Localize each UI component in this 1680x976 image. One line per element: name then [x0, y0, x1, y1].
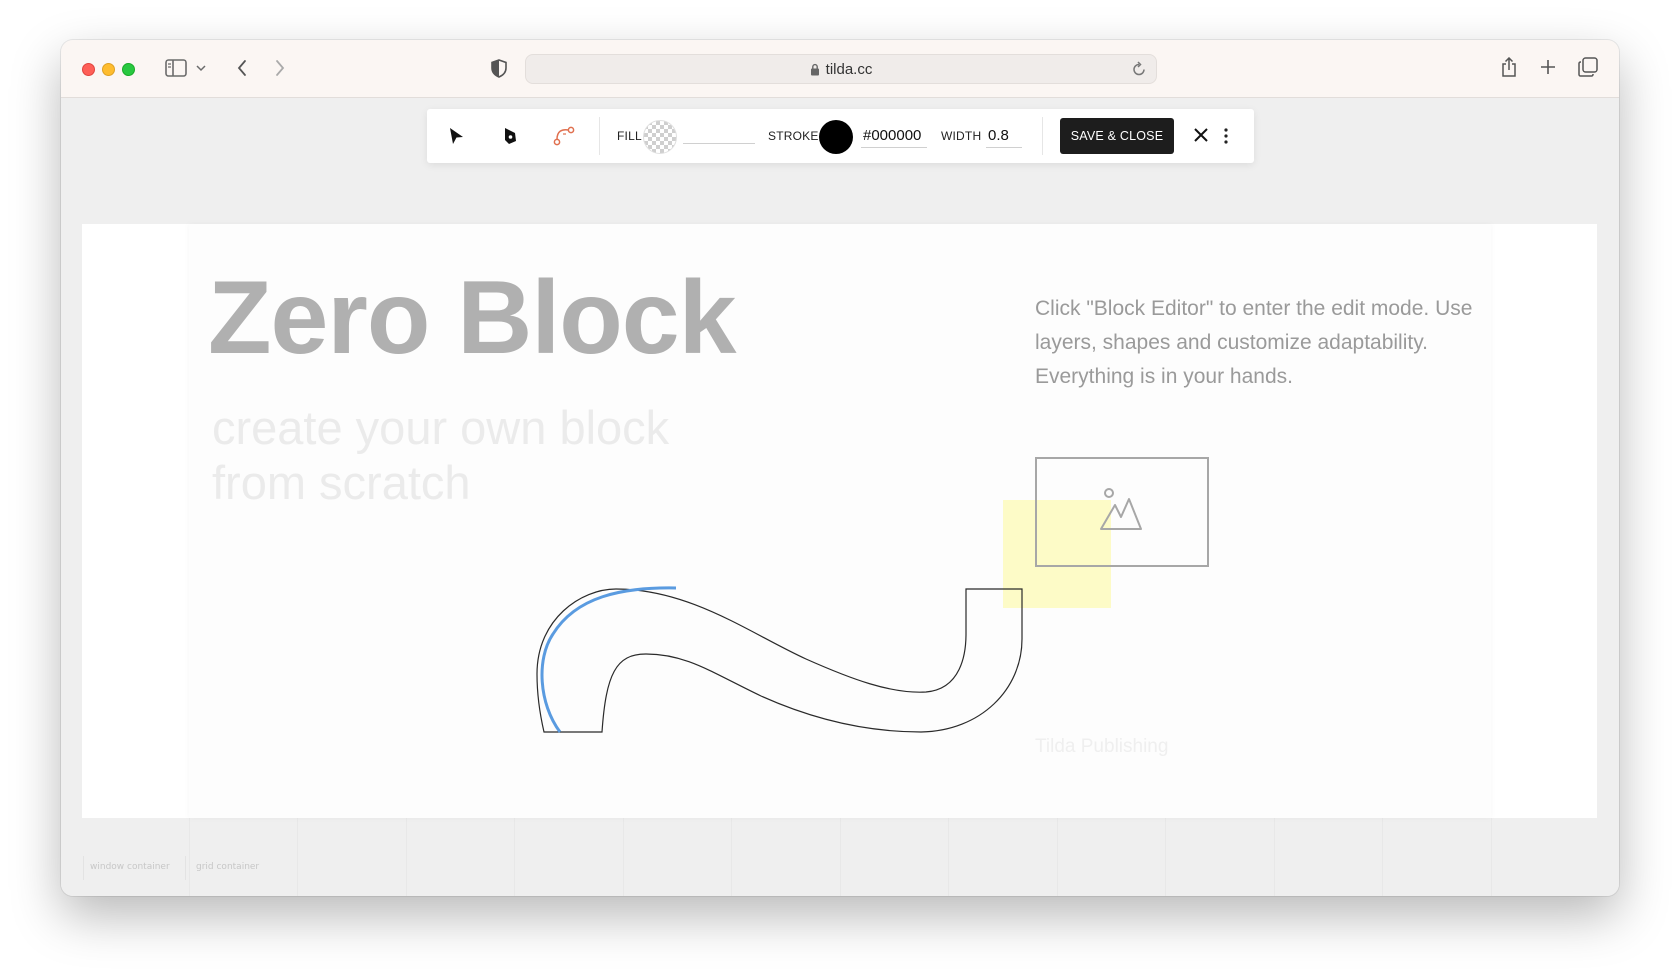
- share-icon[interactable]: [1500, 56, 1518, 78]
- new-tab-icon[interactable]: [1540, 59, 1556, 75]
- tab-overview-icon[interactable]: [1578, 57, 1598, 77]
- reload-icon[interactable]: [1132, 61, 1146, 81]
- back-arrow-icon[interactable]: [235, 57, 249, 79]
- chevron-down-icon[interactable]: [196, 64, 206, 72]
- container-divider: [83, 856, 84, 880]
- browser-titlebar: tilda.cc: [61, 40, 1619, 98]
- selected-segment[interactable]: [540, 586, 677, 733]
- vector-wave-shape[interactable]: [61, 99, 1619, 896]
- sidebar-toggle-icon[interactable]: [165, 58, 187, 78]
- minimize-window-button[interactable]: [102, 63, 115, 76]
- container-divider: [185, 856, 186, 880]
- close-window-button[interactable]: [82, 63, 95, 76]
- url-text: tilda.cc: [825, 60, 873, 78]
- wave-path[interactable]: [536, 588, 1023, 733]
- page-content: FILL STROKE #000000 WIDTH 0.8 SAVE & CLO…: [61, 99, 1619, 896]
- lock-icon: [810, 63, 820, 76]
- privacy-shield-icon[interactable]: [490, 58, 508, 78]
- browser-window: tilda.cc FILL STROKE #000000 WIDTH 0.8 S…: [61, 40, 1619, 896]
- forward-arrow-icon[interactable]: [273, 57, 287, 79]
- zoom-window-button[interactable]: [122, 63, 135, 76]
- grid-container-label: grid container: [196, 862, 260, 872]
- window-container-label: window container: [90, 862, 170, 872]
- address-bar[interactable]: tilda.cc: [525, 54, 1157, 84]
